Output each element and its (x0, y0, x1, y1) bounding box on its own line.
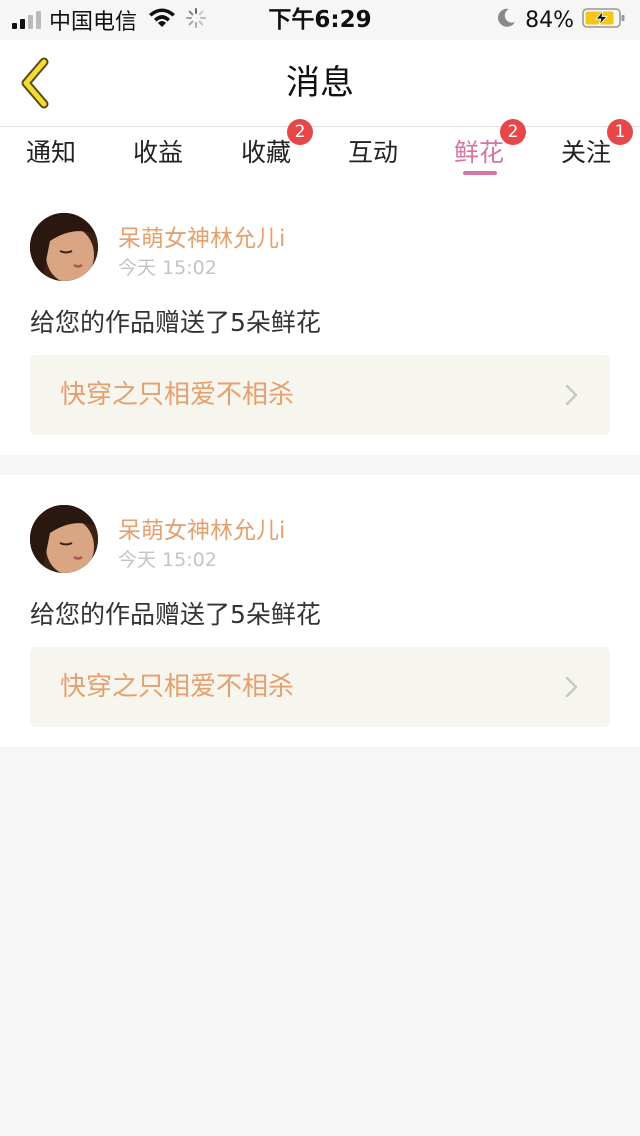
battery-charging-icon (582, 7, 626, 33)
tab-label: 收藏 (241, 138, 292, 167)
tab-badge: 1 (607, 119, 633, 145)
tab-label: 互动 (348, 138, 399, 167)
work-link[interactable]: 快穿之只相爱不相杀 (30, 647, 610, 727)
tab-badge: 2 (287, 119, 313, 145)
sender-name[interactable]: 呆萌女神林允儿i (118, 511, 285, 545)
tab-bar: 通知 收益 收藏 2 互动 鲜花 2 关注 1 (0, 119, 640, 183)
avatar[interactable] (30, 505, 98, 573)
message-text: 给您的作品赠送了5朵鲜花 (30, 600, 321, 629)
message-card: 呆萌女神林允儿i 今天 15:02 给您的作品赠送了5朵鲜花 快穿之只相爱不相杀 (0, 475, 640, 747)
message-card: 呆萌女神林允儿i 今天 15:02 给您的作品赠送了5朵鲜花 快穿之只相爱不相杀 (0, 183, 640, 455)
tab-badge: 2 (500, 119, 526, 145)
tab-interactions[interactable]: 互动 (348, 127, 402, 183)
nav-bar: 消息 (0, 40, 640, 127)
tab-earnings[interactable]: 收益 (133, 127, 187, 183)
chevron-right-icon (565, 676, 578, 698)
message-time: 今天 15:02 (118, 257, 217, 279)
moon-icon (495, 7, 517, 33)
page-title: 消息 (286, 63, 354, 103)
tab-label: 收益 (133, 138, 184, 167)
tab-flowers[interactable]: 鲜花 2 (454, 119, 526, 183)
message-time: 今天 15:02 (118, 549, 217, 571)
sender-name[interactable]: 呆萌女神林允儿i (118, 219, 285, 253)
battery-percent: 84% (525, 7, 574, 33)
tab-label: 关注 (561, 138, 612, 167)
work-link[interactable]: 快穿之只相爱不相杀 (30, 355, 610, 435)
tab-notifications[interactable]: 通知 (26, 127, 80, 183)
tab-favorites[interactable]: 收藏 2 (241, 119, 313, 183)
message-text: 给您的作品赠送了5朵鲜花 (30, 308, 321, 337)
tab-label: 鲜花 (454, 138, 505, 167)
work-title: 快穿之只相爱不相杀 (60, 672, 295, 702)
active-tab-indicator (463, 171, 497, 175)
status-right: 84% (495, 0, 626, 40)
status-bar: 中国电信 下午6:29 84% (0, 0, 640, 40)
tab-label: 通知 (26, 138, 77, 167)
work-title: 快穿之只相爱不相杀 (60, 380, 295, 410)
avatar[interactable] (30, 213, 98, 281)
chevron-right-icon (565, 384, 578, 406)
tab-following[interactable]: 关注 1 (561, 119, 633, 183)
